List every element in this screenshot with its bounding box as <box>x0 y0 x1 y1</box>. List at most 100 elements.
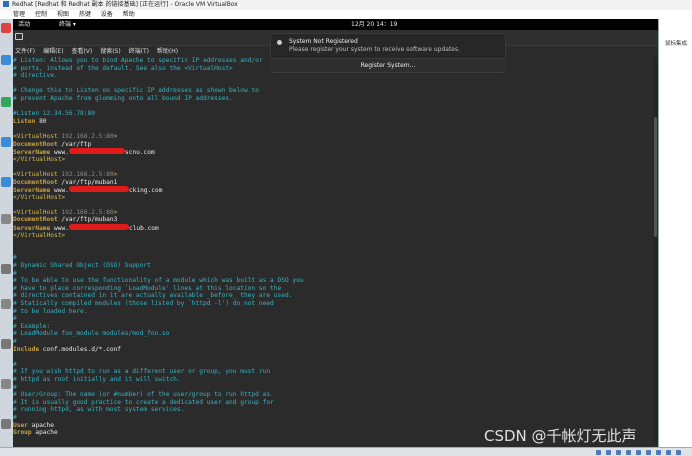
terminal-text-area[interactable]: # Listen: Allows you to bind Apache to s… <box>13 57 653 445</box>
gnome-top-bar: 活动 终端 ▾ 12月 20 14：19 <box>13 19 658 30</box>
menu-help[interactable]: 帮助(H) <box>157 48 178 55</box>
scrollbar-thumb[interactable] <box>654 117 657 237</box>
terminal-line: </VirtualHost> <box>13 156 653 164</box>
tray-icon[interactable] <box>636 450 641 455</box>
terminal-line: # User/Group: The name (or #number) of t… <box>13 391 653 399</box>
desktop-app-icon[interactable] <box>1 419 11 429</box>
vbox-title-bar: Redhat [Redhat 和 Redhat 副本 的链接基础] [正在运行]… <box>0 0 692 10</box>
vbox-menu-manage[interactable]: 管理 <box>13 11 25 18</box>
terminal-text: </VirtualHost> <box>13 231 66 239</box>
terminal-line: ServerName www. club.com <box>13 224 653 232</box>
desktop-app-icon[interactable] <box>1 299 11 309</box>
desktop-app-icon[interactable] <box>1 339 11 349</box>
terminal-line: DocumentRoot /var/ftp/muban1 <box>13 179 653 187</box>
vbox-menu-help[interactable]: 帮助 <box>123 11 135 18</box>
notification-body: Please register your system to receive s… <box>289 46 461 53</box>
desktop-app-icon[interactable] <box>1 97 11 107</box>
terminal-text: # have to place corresponding `LoadModul… <box>13 284 282 292</box>
terminal-line: <VirtualHost 192.168.2.5:80> <box>13 209 653 217</box>
terminal-text: /var/ftp/muban1 <box>57 178 118 186</box>
terminal-line: Include conf.modules.d/*.conf <box>13 346 653 354</box>
tray-icon[interactable] <box>616 450 621 455</box>
menu-view[interactable]: 查看(V) <box>71 48 92 55</box>
tray-icon[interactable] <box>656 450 661 455</box>
menu-edit[interactable]: 编辑(E) <box>43 48 63 55</box>
terminal-line: <VirtualHost 192.168.2.5:80> <box>13 133 653 141</box>
register-system-button[interactable]: Register System... <box>270 58 506 72</box>
tray-icon[interactable] <box>596 450 601 455</box>
desktop-app-icon[interactable] <box>1 137 11 147</box>
terminal-text: 192.168.2.5:80 <box>57 208 114 216</box>
host-desktop-strip <box>0 19 13 447</box>
terminal-line: # <box>13 361 653 369</box>
tray-icon[interactable] <box>646 450 651 455</box>
app-menu-terminal[interactable]: 终端 ▾ <box>59 19 76 30</box>
vbox-menu-view[interactable]: 视图 <box>57 11 69 18</box>
terminal-text: /var/ftp/muban3 <box>57 216 118 224</box>
activities-button[interactable]: 活动 <box>18 19 30 30</box>
notification-title: System Not Registered <box>289 38 358 45</box>
terminal-text: # <box>13 413 17 421</box>
desktop-app-icon[interactable] <box>1 379 11 389</box>
new-tab-icon[interactable] <box>15 33 23 40</box>
terminal-text: # directive. <box>13 72 58 80</box>
vbox-menu-bar: 管理 控制 视图 热键 设备 帮助 <box>0 10 692 19</box>
mouse-integration-text: 鼠标集成. <box>665 41 689 47</box>
vbox-title: Redhat [Redhat 和 Redhat 副本 的链接基础] [正在运行]… <box>12 1 238 8</box>
vbox-menu-control[interactable]: 控制 <box>35 11 47 18</box>
terminal-line: # <box>13 338 653 346</box>
clock[interactable]: 12月 20 14：19 <box>351 19 397 30</box>
terminal-line: # It is usually good practice to create … <box>13 399 653 407</box>
terminal-text: # LoadModule foo_module modules/mod_foo.… <box>13 330 170 338</box>
vbox-menu-hotkey[interactable]: 热键 <box>79 11 91 18</box>
terminal-line: # To be able to use the functionality of… <box>13 277 653 285</box>
terminal-line: #Listen 12.34.56.78:80 <box>13 110 653 118</box>
terminal-line: # Example: <box>13 323 653 331</box>
terminal-text: DocumentRoot <box>13 178 58 186</box>
terminal-line: # running httpd, as with most system ser… <box>13 406 653 414</box>
desktop-app-icon[interactable] <box>1 264 11 274</box>
terminal-line: # Dynamic Shared Object (DSO) Support <box>13 262 653 270</box>
terminal-line: # <box>13 254 653 262</box>
desktop-app-icon[interactable] <box>1 177 11 187</box>
terminal-text: # Statically compiled modules (those lis… <box>13 300 274 307</box>
desktop-app-icon[interactable] <box>1 23 11 33</box>
terminal-text: # running httpd, as with most system ser… <box>13 406 185 414</box>
terminal-text: # To be able to use the functionality of… <box>13 277 304 285</box>
desktop-app-icon[interactable] <box>1 55 11 65</box>
terminal-text: # <box>13 360 17 368</box>
terminal-line: # directive. <box>13 72 653 80</box>
terminal-line: # <box>13 384 653 392</box>
terminal-text: club.com <box>128 225 159 233</box>
tray-icon[interactable] <box>676 450 681 455</box>
tray-icon[interactable] <box>666 450 671 455</box>
terminal-line: # <box>13 414 653 422</box>
tray-icon[interactable] <box>626 450 631 455</box>
terminal-text: <VirtualHost <box>13 170 58 178</box>
redaction-mark <box>68 186 129 193</box>
terminal-text: # directives contained in it are actuall… <box>13 292 293 300</box>
terminal-line: </VirtualHost> <box>13 232 653 240</box>
terminal-text: # User/Group: The name (or #number) of t… <box>13 391 274 399</box>
terminal-text: # Example: <box>13 322 51 330</box>
terminal-window: 文件(F) 编辑(E) 查看(V) 搜索(S) 终端(T) 帮助(H) # Li… <box>13 30 658 447</box>
desktop-app-icon[interactable] <box>1 214 11 224</box>
menu-file[interactable]: 文件(F) <box>15 48 35 55</box>
terminal-scrollbar[interactable] <box>653 57 658 445</box>
terminal-line: # Change this to Listen on specific IP a… <box>13 87 653 95</box>
menu-search[interactable]: 搜索(S) <box>100 48 121 55</box>
terminal-text: scnu.com <box>124 149 155 157</box>
menu-terminal[interactable]: 终端(T) <box>129 48 149 55</box>
terminal-line: # LoadModule foo_module modules/mod_foo.… <box>13 330 653 338</box>
vbox-menu-devices[interactable]: 设备 <box>101 11 113 18</box>
terminal-line: # <box>13 270 653 278</box>
terminal-text: DocumentRoot <box>13 216 58 224</box>
tray-icon[interactable] <box>606 450 611 455</box>
terminal-line: # <box>13 315 653 323</box>
terminal-line: # to be loaded here. <box>13 308 653 316</box>
